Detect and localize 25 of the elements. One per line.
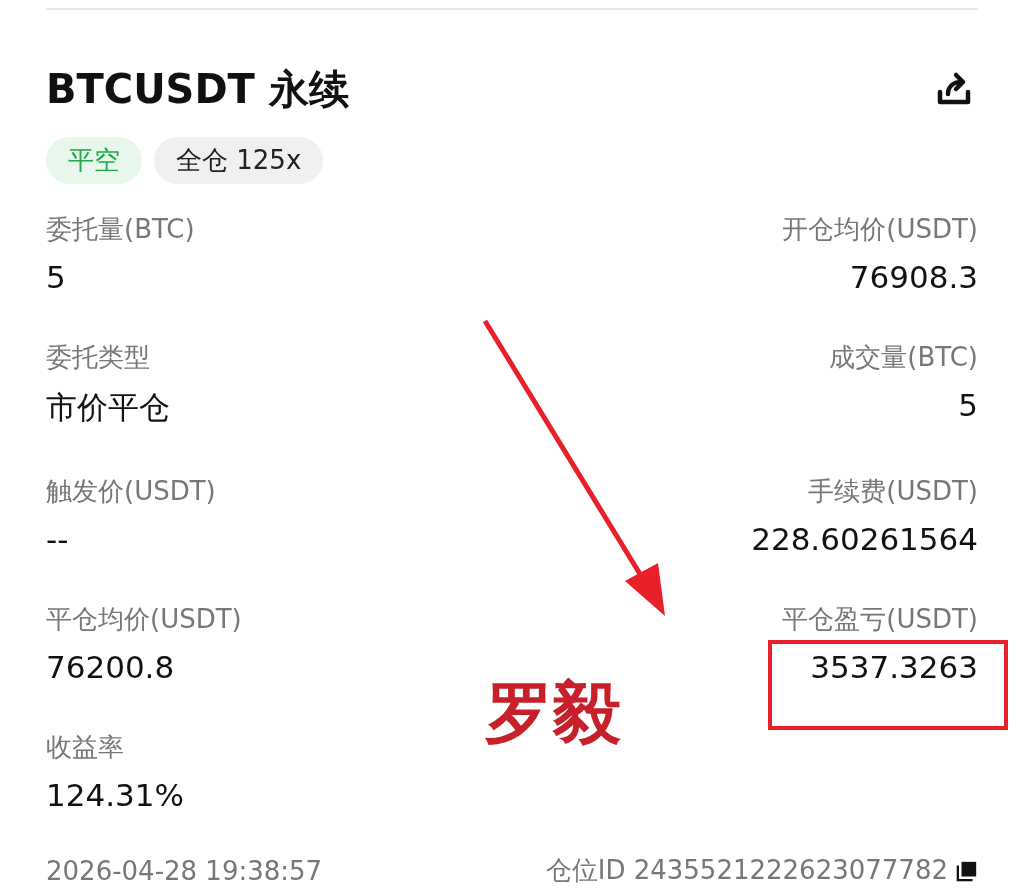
tag: 全仓 125x: [154, 137, 324, 184]
field-value: 市价平仓: [46, 388, 170, 427]
tag: 平空: [46, 137, 142, 184]
field-value: 76908.3: [849, 259, 978, 295]
field-value: 124.31%: [46, 777, 184, 813]
field-value: 3537.3263: [810, 649, 978, 685]
timestamp: 2026-04-28 19:38:57: [46, 855, 323, 886]
field-value: 5: [958, 387, 978, 423]
symbol-title: BTCUSDT 永续: [46, 65, 349, 114]
field-value: 76200.8: [46, 649, 175, 685]
field-label: 平仓均价(USDT): [46, 603, 242, 636]
field-label: 平仓盈亏(USDT): [782, 603, 978, 636]
annotation-text: 罗毅: [485, 672, 621, 754]
field-value: 228.60261564: [751, 521, 978, 557]
field-label: 委托量(BTC): [46, 213, 195, 246]
field-label: 开仓均价(USDT): [782, 213, 978, 246]
field-value: 5: [46, 259, 66, 295]
field-label: 委托类型: [46, 341, 150, 374]
field-label: 收益率: [46, 731, 124, 764]
position-id: 仓位ID 2435521222623077782: [545, 854, 948, 887]
field-value: --: [46, 521, 69, 557]
field-label: 成交量(BTC): [829, 341, 978, 374]
field-label: 手续费(USDT): [808, 475, 978, 508]
copy-icon[interactable]: [956, 859, 978, 882]
field-label: 触发价(USDT): [46, 475, 216, 508]
